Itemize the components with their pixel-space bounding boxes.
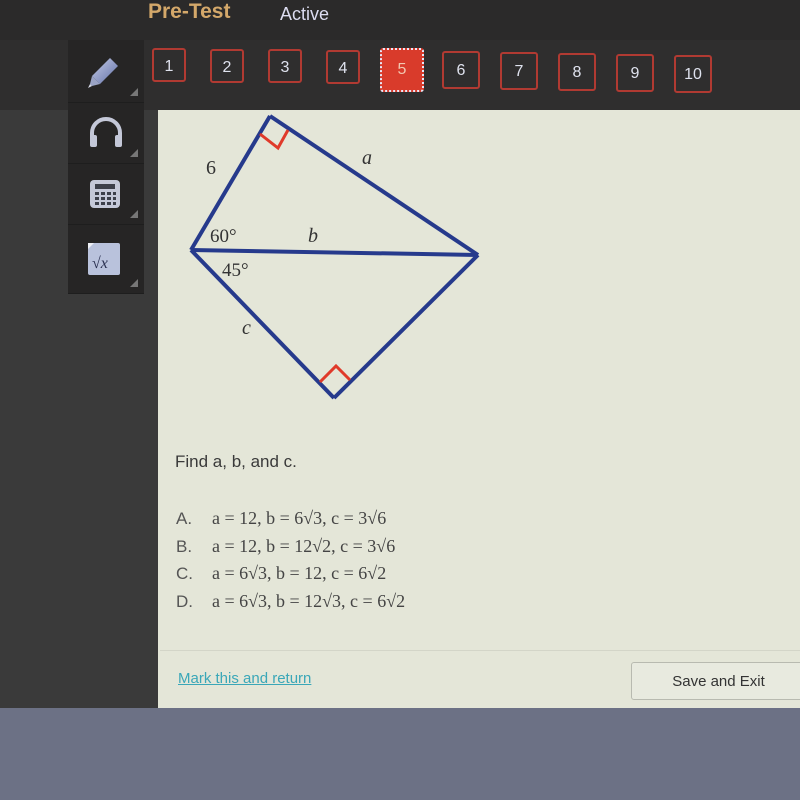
choice-text: a = 12, b = 12√2, c = 3√6 [212, 536, 396, 556]
question-button-6[interactable]: 6 [442, 51, 480, 89]
figure-lines [189, 114, 480, 400]
headphones-icon [90, 117, 122, 147]
formula-tool-button[interactable]: √x [68, 225, 144, 294]
tool-sidebar: √x [68, 40, 148, 300]
question-button-5-active[interactable]: 5 [380, 48, 424, 92]
question-button-1[interactable]: 1 [152, 48, 186, 82]
audio-tool-button[interactable] [68, 103, 144, 164]
pencil-icon [88, 58, 118, 88]
choice-text: a = 6√3, b = 12, c = 6√2 [212, 563, 387, 583]
choice-letter: A. [176, 509, 193, 528]
label-side-b: b [308, 225, 318, 247]
label-angle-60: 60° [210, 226, 237, 247]
choice-text: a = 12, b = 6√3, c = 3√6 [212, 508, 387, 528]
square-root-icon: √x [88, 243, 120, 275]
label-angle-45: 45° [222, 260, 249, 281]
choice-letter: B. [176, 537, 193, 556]
question-button-9[interactable]: 9 [616, 54, 654, 92]
page-title: Pre-Test [148, 0, 231, 23]
question-button-10[interactable]: 10 [674, 55, 712, 93]
question-button-4[interactable]: 4 [326, 50, 360, 84]
label-side-a: a [362, 147, 372, 169]
pencil-tool-button[interactable] [68, 40, 144, 103]
question-button-7[interactable]: 7 [500, 52, 538, 90]
mark-and-return-link[interactable]: Mark this and return [178, 670, 311, 687]
side-b-line [190, 248, 479, 257]
status-label: Active [280, 4, 330, 24]
save-and-exit-button[interactable]: Save and Exit [631, 662, 800, 700]
question-button-3[interactable]: 3 [268, 49, 302, 83]
side-a-line [268, 114, 480, 257]
label-side-6: 6 [206, 157, 216, 179]
svg-text:√x: √x [92, 255, 108, 272]
calculator-icon [90, 180, 120, 208]
answer-choice-b[interactable]: B. a = 12, b = 12√2, c = 3√6 [176, 536, 395, 557]
top-bar: Pre-Test Active [0, 0, 800, 40]
lower-right-line [332, 253, 480, 400]
calculator-tool-button[interactable] [68, 164, 144, 225]
question-button-8[interactable]: 8 [558, 53, 596, 91]
right-angle-marker-top [259, 129, 290, 151]
footer-divider [160, 650, 800, 651]
answer-choice-d[interactable]: D. a = 6√3, b = 12√3, c = 6√2 [176, 591, 405, 612]
answer-choice-a[interactable]: A. a = 12, b = 6√3, c = 3√6 [176, 508, 386, 529]
choice-letter: D. [176, 592, 193, 611]
triangle-figure: 6 a 60° b 45° c [189, 114, 480, 400]
right-angle-marker-bottom [318, 363, 352, 384]
question-button-2[interactable]: 2 [210, 49, 244, 83]
question-prompt: Find a, b, and c. [175, 452, 297, 471]
choice-text: a = 6√3, b = 12√3, c = 6√2 [212, 591, 406, 611]
background-area [0, 708, 800, 800]
answer-choice-c[interactable]: C. a = 6√3, b = 12, c = 6√2 [176, 563, 386, 584]
side-c-line [189, 248, 336, 400]
label-side-c: c [242, 317, 251, 339]
choice-letter: C. [176, 564, 193, 583]
